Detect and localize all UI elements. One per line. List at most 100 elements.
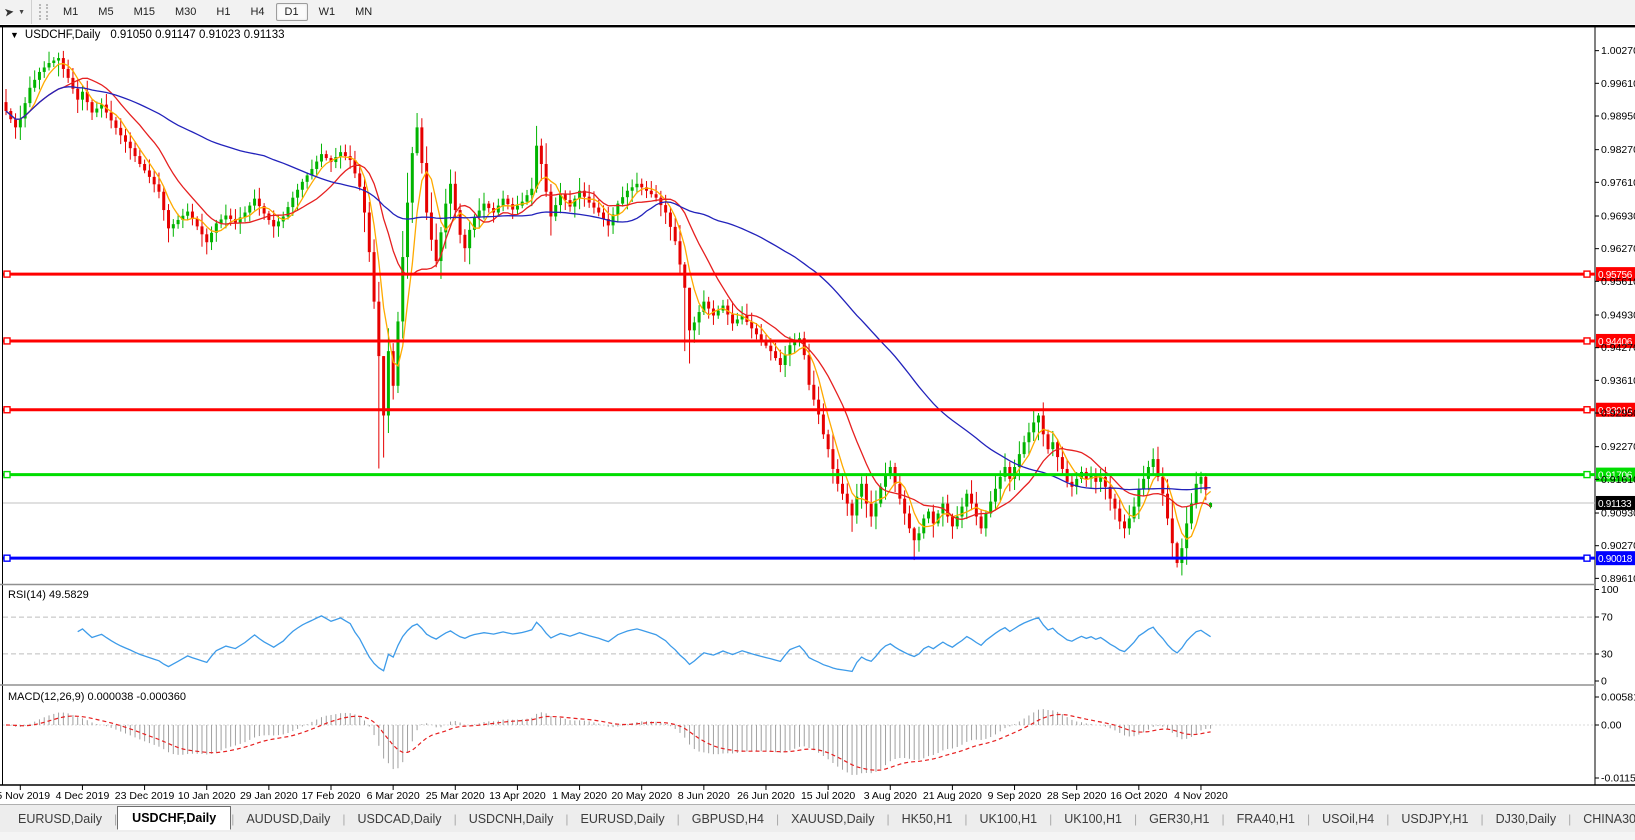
candle-body: [917, 533, 920, 540]
candle-body: [736, 319, 739, 323]
candle-body: [368, 213, 371, 253]
candle-body: [1118, 509, 1121, 522]
candle-body: [420, 127, 423, 163]
candle-body: [817, 400, 820, 415]
candle-body: [186, 212, 189, 216]
line-left-handle[interactable]: [4, 555, 10, 561]
candle-body: [678, 241, 681, 264]
symbol-tab-usdcad-daily[interactable]: USDCAD,Daily: [346, 809, 454, 829]
candle-body: [143, 164, 146, 170]
line-right-handle[interactable]: [1584, 271, 1590, 277]
date-axis-label: 15 Jul 2020: [801, 790, 855, 802]
candle-body: [210, 233, 213, 242]
candle-body: [205, 234, 208, 242]
macd-indicator-label: MACD(12,26,9) 0.000038 -0.000360: [8, 691, 186, 703]
line-left-handle[interactable]: [4, 407, 10, 413]
symbol-tab-dj30-daily[interactable]: DJ30,Daily: [1484, 809, 1568, 829]
price-axis-tick-label: 0.94270: [1601, 342, 1635, 354]
chart-tab-bar: EURUSD,Daily|USDCHF,Daily|AUDUSD,Daily|U…: [0, 804, 1635, 832]
candle-body: [344, 152, 347, 156]
candle-body: [999, 477, 1002, 489]
candle-body: [1123, 521, 1126, 528]
candle-body: [731, 315, 734, 324]
candle-body: [425, 163, 428, 213]
price-axis-tick-label: 0.91610: [1601, 474, 1635, 486]
symbol-tab-china300-h1[interactable]: CHINA300,H1: [1571, 809, 1635, 829]
line-right-handle[interactable]: [1584, 407, 1590, 413]
candle-body: [511, 204, 514, 209]
candle-body: [812, 385, 815, 400]
candle-body: [927, 512, 930, 519]
candle-body: [1008, 467, 1011, 479]
symbol-tab-audusd-daily[interactable]: AUDUSD,Daily: [234, 809, 342, 829]
symbol-tab-hk50-h1[interactable]: HK50,H1: [890, 809, 965, 829]
line-right-handle[interactable]: [1584, 555, 1590, 561]
symbol-tab-usdjpy-h1[interactable]: USDJPY,H1: [1389, 809, 1480, 829]
price-axis-tick-label: 0.96930: [1601, 210, 1635, 222]
candle-body: [19, 118, 22, 127]
candle-body: [640, 184, 643, 187]
candle-body: [435, 240, 438, 261]
symbol-tab-xauusd-daily[interactable]: XAUUSD,Daily: [779, 809, 886, 829]
candle-body: [913, 528, 916, 540]
price-axis-tick-label: 0.98270: [1601, 144, 1635, 156]
candle-body: [1180, 548, 1183, 563]
candle-body: [592, 203, 595, 208]
line-left-handle[interactable]: [4, 472, 10, 478]
candle-body: [669, 213, 672, 227]
candle-body: [110, 113, 113, 121]
candle-body: [951, 516, 954, 526]
candle-body: [1051, 442, 1054, 449]
candle-body: [167, 210, 170, 228]
line-left-handle[interactable]: [4, 271, 10, 277]
candle-body: [674, 227, 677, 241]
collapse-icon[interactable]: ▼: [10, 30, 19, 40]
symbol-tab-uk100-h1[interactable]: UK100,H1: [1052, 809, 1134, 829]
price-axis-tick-label: 0.92950: [1601, 408, 1635, 420]
candle-body: [454, 184, 457, 210]
candle-body: [898, 484, 901, 499]
candle-body: [846, 494, 849, 504]
candle-body: [325, 154, 328, 158]
candle-body: [114, 120, 117, 127]
symbol-tab-gbpusd-h4[interactable]: GBPUSD,H4: [680, 809, 776, 829]
line-left-handle[interactable]: [4, 338, 10, 344]
chart-canvas[interactable]: 0.957560.944060.930160.917060.900180.911…: [0, 0, 1635, 840]
candle-body: [502, 199, 505, 206]
price-axis-tick-label: 1.00270: [1601, 45, 1635, 57]
candle-body: [229, 215, 232, 218]
candle-body: [5, 102, 8, 111]
candle-body: [506, 199, 509, 204]
symbol-tab-usdchf-daily[interactable]: USDCHF,Daily: [117, 806, 231, 830]
candle-body: [1128, 518, 1131, 528]
candle-body: [52, 61, 55, 63]
candle-body: [38, 72, 41, 80]
line-right-handle[interactable]: [1584, 338, 1590, 344]
symbol-tab-eurusd-daily[interactable]: EURUSD,Daily: [6, 809, 114, 829]
candle-body: [788, 345, 791, 355]
symbol-tab-usdcnh-daily[interactable]: USDCNH,Daily: [457, 809, 566, 829]
symbol-tab-fra40-h1[interactable]: FRA40,H1: [1225, 809, 1307, 829]
symbol-tab-ger30-h1[interactable]: GER30,H1: [1137, 809, 1221, 829]
date-axis-label: 20 May 2020: [611, 790, 672, 802]
candle-body: [296, 190, 299, 198]
candle-body: [430, 213, 433, 240]
candle-body: [621, 197, 624, 203]
candle-body: [750, 322, 753, 328]
candle-body: [626, 191, 629, 197]
candle-body: [253, 199, 256, 206]
candle-body: [48, 63, 51, 67]
candle-body: [306, 175, 309, 181]
candle-body: [396, 321, 399, 385]
candle-body: [664, 205, 667, 212]
symbol-tab-eurusd-daily[interactable]: EURUSD,Daily: [569, 809, 677, 829]
symbol-tab-uk100-h1[interactable]: UK100,H1: [967, 809, 1049, 829]
candle-body: [831, 449, 834, 469]
price-axis-tick-label: 0.99610: [1601, 78, 1635, 90]
line-right-handle[interactable]: [1584, 472, 1590, 478]
candle-body: [1037, 415, 1040, 422]
rsi-axis-tick-label: 100: [1601, 584, 1619, 596]
candle-body: [774, 351, 777, 358]
symbol-tab-usoil-h4[interactable]: USOil,H4: [1310, 809, 1386, 829]
candle-body: [1027, 432, 1030, 442]
